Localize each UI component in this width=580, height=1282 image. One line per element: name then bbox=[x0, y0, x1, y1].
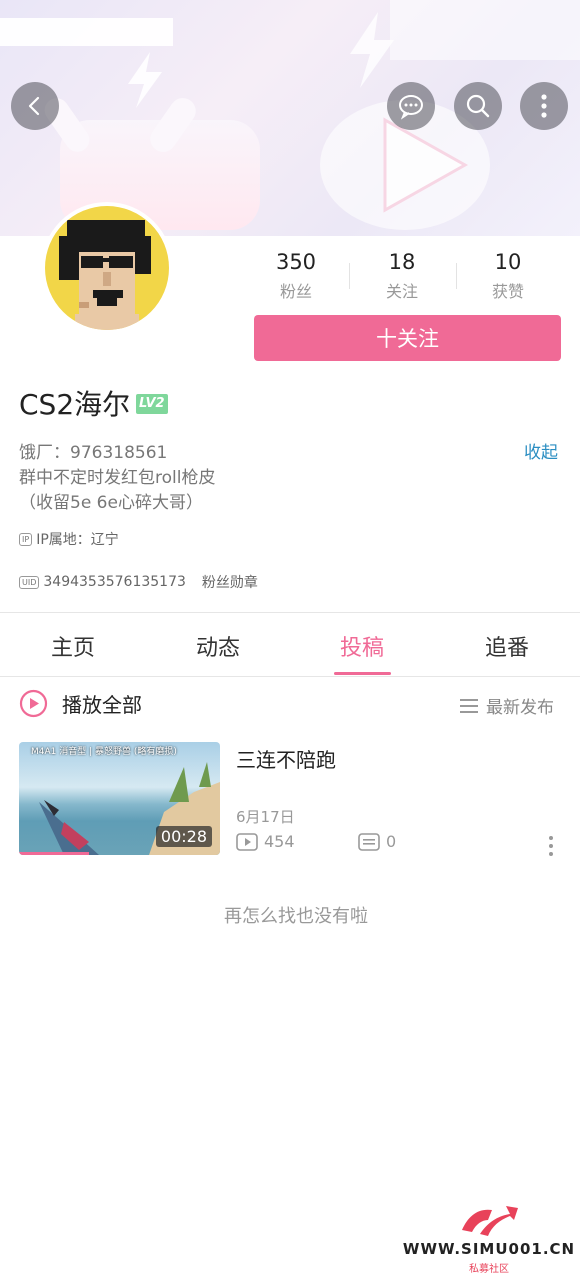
video-plays: 454 bbox=[236, 832, 295, 851]
tabs-divider bbox=[0, 676, 580, 677]
thumbnail-caption: M4A1 消音型 | 暴怒野兽 (略有磨损) bbox=[31, 747, 177, 757]
video-title[interactable]: 三连不陪跑 bbox=[236, 744, 336, 773]
uid-icon: UID bbox=[19, 575, 40, 589]
uid-row: UID 3494353576135173 粉丝勋章 bbox=[19, 572, 258, 592]
following-count: 18 bbox=[388, 250, 416, 274]
status-bar-block bbox=[0, 18, 173, 46]
profile-name: CS2海尔 bbox=[19, 388, 131, 421]
video-more-button[interactable] bbox=[544, 834, 558, 862]
comment-count-icon bbox=[358, 832, 380, 851]
video-date: 6月17日 bbox=[236, 808, 295, 826]
tab-home[interactable]: 主页 bbox=[18, 630, 128, 662]
play-all-label: 播放全部 bbox=[62, 693, 142, 717]
bio-line: 饿厂：976318561 bbox=[19, 443, 168, 463]
banner-lightning-shape bbox=[350, 12, 394, 88]
tab-uploads[interactable]: 投稿 bbox=[307, 630, 417, 662]
message-button[interactable] bbox=[387, 82, 435, 130]
watch-progress-bar bbox=[19, 852, 90, 855]
play-circle-icon bbox=[19, 689, 48, 718]
collapse-bio-link[interactable]: 收起 bbox=[524, 438, 558, 463]
play-count: 454 bbox=[264, 832, 295, 851]
banner-lightning-shape bbox=[128, 52, 162, 108]
tab-dynamic[interactable]: 动态 bbox=[163, 630, 273, 662]
back-button[interactable] bbox=[11, 82, 59, 130]
avatar[interactable] bbox=[45, 206, 169, 330]
more-vertical-icon bbox=[549, 836, 553, 856]
watermark-site: WWW.SIMU001.CN bbox=[402, 1240, 576, 1258]
section-divider bbox=[0, 612, 580, 613]
active-tab-indicator bbox=[334, 672, 391, 675]
avatar-frame bbox=[41, 202, 173, 334]
ip-icon: IP bbox=[19, 532, 33, 546]
more-vertical-icon bbox=[541, 94, 547, 118]
end-of-list-text: 再怎么找也没有啦 bbox=[224, 906, 368, 927]
banner-play-shape bbox=[383, 117, 469, 213]
sort-label: 最新发布 bbox=[486, 698, 554, 718]
play-all-button[interactable]: 播放全部 bbox=[19, 689, 142, 718]
message-icon bbox=[399, 95, 423, 120]
bio-line: （收留5e 6e心碎大哥） bbox=[19, 493, 203, 513]
play-count-icon bbox=[236, 832, 258, 851]
more-button[interactable] bbox=[520, 82, 568, 130]
follow-button[interactable]: 十关注 bbox=[254, 315, 561, 361]
followers-label: 粉丝 bbox=[279, 282, 312, 301]
ip-location: IP IP属地：辽宁 bbox=[19, 529, 119, 549]
list-sort-icon bbox=[460, 698, 478, 713]
ip-location-text: IP属地：辽宁 bbox=[36, 532, 119, 548]
bio-line: 群中不定时发红包roll枪皮 bbox=[19, 468, 216, 488]
status-bar-area bbox=[390, 0, 580, 60]
tab-bangumi[interactable]: 追番 bbox=[452, 630, 562, 662]
site-watermark: WWW.SIMU001.CN 私募社区 bbox=[400, 1198, 578, 1278]
level-badge: LV2 bbox=[136, 394, 168, 414]
stat-followers[interactable]: 350 粉丝 bbox=[246, 250, 346, 302]
stat-following[interactable]: 18 关注 bbox=[352, 250, 452, 302]
video-thumbnail[interactable]: M4A1 消音型 | 暴怒野兽 (略有磨损) 00:28 bbox=[19, 742, 220, 855]
stat-divider bbox=[349, 263, 350, 289]
watermark-sub: 私募社区 bbox=[469, 1264, 509, 1275]
search-icon bbox=[466, 94, 490, 118]
likes-count: 10 bbox=[494, 250, 522, 274]
watermark-logo bbox=[462, 1206, 518, 1236]
followers-count: 350 bbox=[275, 250, 317, 274]
video-comments: 0 bbox=[358, 832, 396, 851]
comment-count: 0 bbox=[386, 832, 397, 851]
sort-button[interactable]: 最新发布 bbox=[460, 693, 554, 718]
following-label: 关注 bbox=[385, 282, 418, 301]
back-icon bbox=[28, 96, 40, 116]
stat-likes: 10 获赞 bbox=[458, 250, 558, 302]
uid-text: 3494353576135173 bbox=[43, 574, 186, 590]
stat-divider bbox=[456, 263, 457, 289]
fan-badge-link[interactable]: 粉丝勋章 bbox=[202, 572, 258, 592]
video-duration: 00:28 bbox=[155, 826, 212, 847]
search-button[interactable] bbox=[454, 82, 502, 130]
likes-label: 获赞 bbox=[491, 282, 524, 301]
